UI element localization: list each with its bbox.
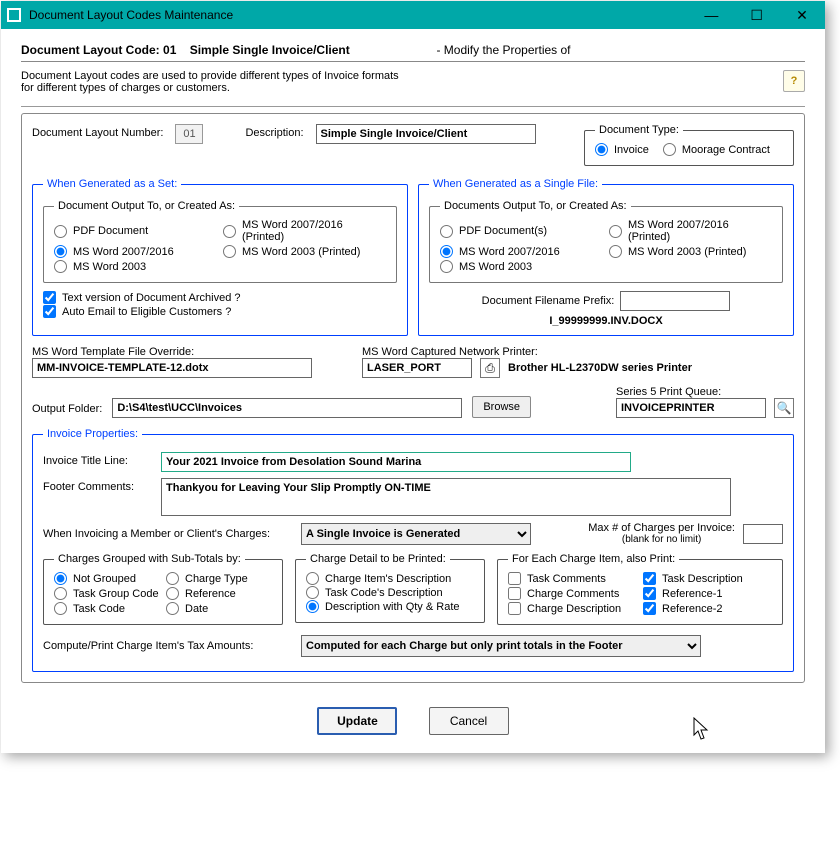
doctype-legend: Document Type: bbox=[595, 124, 683, 136]
group-tgc-radio[interactable]: Task Group Code bbox=[54, 587, 160, 600]
gen-set-w03-radio[interactable]: MS Word 2003 bbox=[54, 260, 217, 273]
gen-set-group: When Generated as a Set: Document Output… bbox=[32, 178, 408, 336]
layout-num-value: 01 bbox=[175, 124, 203, 144]
header-code-value: 01 bbox=[163, 43, 176, 57]
doctype-moorage-radio[interactable]: Moorage Contract bbox=[663, 143, 770, 156]
each-item-fieldset: For Each Charge Item, also Print: Task C… bbox=[497, 553, 783, 625]
printer-port-input[interactable] bbox=[362, 358, 472, 378]
group-tc-radio[interactable]: Task Code bbox=[54, 602, 160, 615]
gen-set-legend: When Generated as a Set: bbox=[43, 178, 181, 190]
gen-set-pdf-radio[interactable]: PDF Document bbox=[54, 219, 217, 243]
intro-line2: for different types of charges or custom… bbox=[21, 82, 399, 94]
main-panel: Document Layout Number: 01 Description: … bbox=[21, 113, 805, 683]
detail-qty-radio[interactable]: Description with Qty & Rate bbox=[306, 600, 474, 613]
archive-checkbox[interactable]: Text version of Document Archived ? bbox=[43, 291, 397, 304]
header-mode: - Modify the Properties of bbox=[436, 43, 570, 57]
app-icon bbox=[7, 8, 21, 22]
doctype-group: Document Type: Invoice Moorage Contract bbox=[584, 124, 794, 166]
each-ref1-checkbox[interactable]: Reference-1 bbox=[643, 587, 772, 600]
window-title: Document Layout Codes Maintenance bbox=[29, 8, 690, 22]
each-tdesc-checkbox[interactable]: Task Description bbox=[643, 572, 772, 585]
group-ref-radio[interactable]: Reference bbox=[166, 587, 272, 600]
detail-fieldset: Charge Detail to be Printed: Charge Item… bbox=[295, 553, 485, 623]
invoice-title-input[interactable] bbox=[161, 452, 631, 472]
cancel-button[interactable]: Cancel bbox=[429, 707, 509, 735]
email-checkbox[interactable]: Auto Email to Eligible Customers ? bbox=[43, 305, 397, 318]
print-queue-label: Series 5 Print Queue: bbox=[616, 386, 794, 398]
detail-legend: Charge Detail to be Printed: bbox=[306, 553, 450, 565]
gen-single-output-legend: Documents Output To, or Created As: bbox=[440, 200, 631, 212]
gen-single-w0716p-radio[interactable]: MS Word 2007/2016 (Printed) bbox=[609, 219, 772, 243]
gen-set-w0716-radio[interactable]: MS Word 2007/2016 bbox=[54, 245, 217, 258]
window: Document Layout Codes Maintenance — ☐ ✕ … bbox=[1, 1, 825, 753]
group-ct-radio[interactable]: Charge Type bbox=[166, 572, 272, 585]
filename-example: I_99999999.INV.DOCX bbox=[429, 315, 783, 327]
description-input[interactable] bbox=[316, 124, 536, 144]
group-none-radio[interactable]: Not Grouped bbox=[54, 572, 160, 585]
each-item-legend: For Each Charge Item, also Print: bbox=[508, 553, 679, 565]
tax-label: Compute/Print Charge Item's Tax Amounts: bbox=[43, 640, 293, 652]
subheader: Document Layout Code: 01 Simple Single I… bbox=[1, 29, 825, 70]
gen-single-group: When Generated as a Single File: Documen… bbox=[418, 178, 794, 336]
update-button[interactable]: Update bbox=[317, 707, 397, 735]
max-charges-input[interactable] bbox=[743, 524, 783, 544]
doctype-invoice-radio[interactable]: Invoice bbox=[595, 143, 649, 156]
gen-set-output-group: Document Output To, or Created As: PDF D… bbox=[43, 200, 397, 283]
gen-single-w03p-radio[interactable]: MS Word 2003 (Printed) bbox=[609, 245, 772, 258]
help-icon[interactable]: ? bbox=[783, 70, 805, 92]
print-queue-lookup-icon[interactable]: 🔍 bbox=[774, 398, 794, 418]
prefix-label: Document Filename Prefix: bbox=[482, 295, 615, 307]
cursor-icon bbox=[693, 717, 713, 743]
invoice-mode-label: When Invoicing a Member or Client's Char… bbox=[43, 528, 293, 540]
output-folder-label: Output Folder: bbox=[32, 403, 102, 418]
printer-lookup-icon[interactable]: ⎙ bbox=[480, 358, 500, 378]
output-folder-input[interactable] bbox=[112, 398, 462, 418]
tax-select[interactable]: Computed for each Charge but only print … bbox=[301, 635, 701, 657]
template-override-label: MS Word Template File Override: bbox=[32, 346, 332, 358]
invoice-properties-legend: Invoice Properties: bbox=[43, 428, 142, 440]
close-button[interactable]: ✕ bbox=[781, 1, 823, 29]
header-name: Simple Single Invoice/Client bbox=[190, 43, 350, 57]
browse-button[interactable]: Browse bbox=[472, 396, 531, 418]
group-by-legend: Charges Grouped with Sub-Totals by: bbox=[54, 553, 245, 565]
prefix-input[interactable] bbox=[620, 291, 730, 311]
gen-set-output-legend: Document Output To, or Created As: bbox=[54, 200, 239, 212]
each-ccom-checkbox[interactable]: Charge Comments bbox=[508, 587, 637, 600]
network-printer-label: MS Word Captured Network Printer: bbox=[362, 346, 794, 358]
group-date-radio[interactable]: Date bbox=[166, 602, 272, 615]
titlebar: Document Layout Codes Maintenance — ☐ ✕ bbox=[1, 1, 825, 29]
printer-name: Brother HL-L2370DW series Printer bbox=[508, 362, 692, 374]
each-ref2-checkbox[interactable]: Reference-2 bbox=[643, 602, 772, 615]
gen-single-w0716-radio[interactable]: MS Word 2007/2016 bbox=[440, 245, 603, 258]
each-cdesc-checkbox[interactable]: Charge Description bbox=[508, 602, 637, 615]
gen-single-legend: When Generated as a Single File: bbox=[429, 178, 602, 190]
maximize-button[interactable]: ☐ bbox=[736, 1, 778, 29]
print-queue-input[interactable] bbox=[616, 398, 766, 418]
gen-single-pdf-radio[interactable]: PDF Document(s) bbox=[440, 219, 603, 243]
description-label: Description: bbox=[245, 124, 303, 139]
group-by-fieldset: Charges Grouped with Sub-Totals by: Not … bbox=[43, 553, 283, 625]
header-code-label: Document Layout Code: bbox=[21, 43, 160, 57]
button-bar: Update Cancel bbox=[1, 693, 825, 753]
gen-set-w0716p-radio[interactable]: MS Word 2007/2016 (Printed) bbox=[223, 219, 386, 243]
footer-comments-input[interactable]: Thankyou for Leaving Your Slip Promptly … bbox=[161, 478, 731, 516]
intro-line1: Document Layout codes are used to provid… bbox=[21, 70, 399, 82]
invoice-mode-select[interactable]: A Single Invoice is Generated bbox=[301, 523, 531, 545]
detail-ci-radio[interactable]: Charge Item's Description bbox=[306, 572, 474, 585]
gen-single-output-group: Documents Output To, or Created As: PDF … bbox=[429, 200, 783, 283]
gen-set-w03p-radio[interactable]: MS Word 2003 (Printed) bbox=[223, 245, 386, 258]
gen-single-w03-radio[interactable]: MS Word 2003 bbox=[440, 260, 603, 273]
layout-num-label: Document Layout Number: bbox=[32, 124, 163, 139]
minimize-button[interactable]: — bbox=[690, 1, 732, 29]
invoice-properties-group: Invoice Properties: Invoice Title Line: … bbox=[32, 428, 794, 672]
each-tcom-checkbox[interactable]: Task Comments bbox=[508, 572, 637, 585]
max-charges-label: Max # of Charges per Invoice: bbox=[588, 522, 735, 534]
template-override-input[interactable] bbox=[32, 358, 312, 378]
max-charges-hint: (blank for no limit) bbox=[588, 534, 735, 545]
intro-row: Document Layout codes are used to provid… bbox=[1, 70, 825, 104]
detail-tc-radio[interactable]: Task Code's Description bbox=[306, 586, 474, 599]
footer-comments-label: Footer Comments: bbox=[43, 478, 153, 493]
invoice-title-label: Invoice Title Line: bbox=[43, 452, 153, 467]
